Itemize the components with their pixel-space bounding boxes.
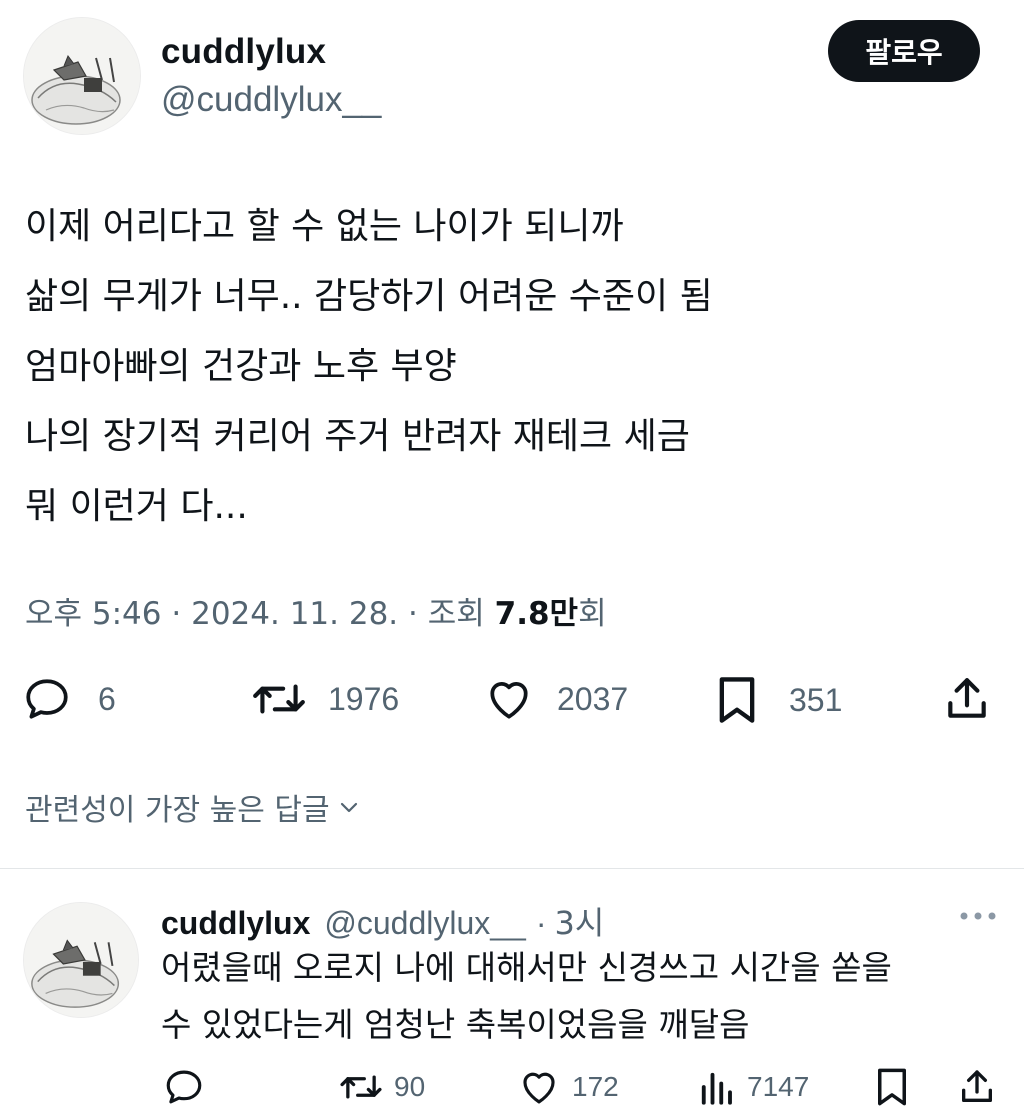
tweet-line: 삶의 무게가 너무.. 감당하기 어려운 수준이 됨: [25, 276, 713, 317]
reply-line: 수 있었다는게 엄청난 축복이었음을 깨달음: [161, 1005, 750, 1044]
reply-views-count: 7147: [747, 1071, 810, 1102]
reply-share-action[interactable]: [957, 1066, 997, 1108]
author-avatar[interactable]: [23, 17, 141, 135]
reply-like-count: 172: [572, 1071, 619, 1102]
reply-text: 어렸을때 오로지 나에 대해서만 신경쓰고 시간을 쏟을 수 있었다는게 엄청난…: [161, 939, 892, 1053]
reply-like-action[interactable]: 172: [518, 1066, 619, 1108]
reply-count: 6: [98, 680, 116, 717]
tweet-date[interactable]: 2024. 11. 28.: [191, 596, 398, 632]
tweet-time[interactable]: 오후 5:46: [25, 596, 162, 632]
reply-repost-count: 90: [394, 1071, 426, 1102]
tweet-line: 엄마아빠의 건강과 노후 부양: [25, 346, 457, 387]
reply-reply-action[interactable]: [163, 1066, 205, 1108]
repost-action[interactable]: 1976: [250, 674, 399, 724]
author-handle[interactable]: @cuddlylux__: [161, 80, 381, 120]
views-suffix: 회: [578, 596, 607, 632]
reply-author-avatar[interactable]: [23, 902, 139, 1018]
reply-display-name[interactable]: cuddlylux: [161, 905, 310, 942]
follow-button[interactable]: 팔로우: [828, 20, 980, 82]
reply-handle[interactable]: @cuddlylux__: [324, 905, 525, 942]
views-icon: [701, 1072, 732, 1105]
bookmark-icon: [719, 677, 755, 723]
reply-line: 어렸을때 오로지 나에 대해서만 신경쓰고 시간을 쏟을: [161, 948, 892, 987]
share-icon: [962, 1070, 992, 1102]
tweet-line: 뭐 이런거 다...: [25, 486, 248, 527]
tweet-line: 나의 장기적 커리어 주거 반려자 재테크 세금: [25, 416, 690, 457]
repost-icon: [253, 684, 305, 714]
views-prefix: 조회: [427, 596, 485, 632]
replies-sort-dropdown[interactable]: 관련성이 가장 높은 답글: [25, 785, 364, 829]
author-display-name[interactable]: cuddlylux: [161, 32, 326, 72]
share-action[interactable]: [942, 674, 992, 724]
avatar-illustration: [24, 18, 140, 134]
reply-meta-separator: ·: [535, 905, 547, 941]
views-count[interactable]: 7.8만: [495, 596, 578, 632]
reply-icon: [166, 1070, 202, 1104]
heart-icon: [490, 682, 528, 719]
like-action[interactable]: 2037: [483, 674, 628, 724]
reply-time[interactable]: 3시: [555, 898, 605, 944]
tweet-meta: 오후 5:46 · 2024. 11. 28. · 조회 7.8만회: [25, 588, 607, 633]
reply-action[interactable]: 6: [22, 674, 116, 724]
repost-icon: [340, 1075, 382, 1099]
replies-sort-label: 관련성이 가장 높은 답글: [25, 793, 330, 828]
bookmark-count: 351: [789, 681, 843, 718]
reply-icon: [26, 679, 68, 719]
meta-separator: ·: [171, 596, 182, 632]
chevron-down-icon: [340, 802, 357, 813]
avatar-illustration: [24, 903, 138, 1017]
tweet-text: 이제 어리다고 할 수 없는 나이가 되니까 삶의 무게가 너무.. 감당하기 …: [25, 192, 713, 542]
more-icon[interactable]: [958, 906, 998, 931]
repost-count: 1976: [328, 680, 400, 717]
reply-repost-action[interactable]: 90: [338, 1066, 425, 1108]
reply-views-action[interactable]: 7147: [697, 1066, 809, 1108]
bookmark-action[interactable]: 351: [715, 674, 842, 726]
meta-separator: ·: [408, 596, 418, 632]
section-divider: [0, 868, 1024, 869]
reply-header: cuddlylux @cuddlylux__ · 3시: [161, 898, 604, 944]
like-count: 2037: [557, 680, 629, 717]
reply-bookmark-action[interactable]: [874, 1066, 910, 1108]
bookmark-icon: [878, 1068, 906, 1106]
tweet-line: 이제 어리다고 할 수 없는 나이가 되니까: [25, 206, 624, 247]
share-icon: [948, 678, 986, 718]
heart-icon: [523, 1072, 555, 1104]
